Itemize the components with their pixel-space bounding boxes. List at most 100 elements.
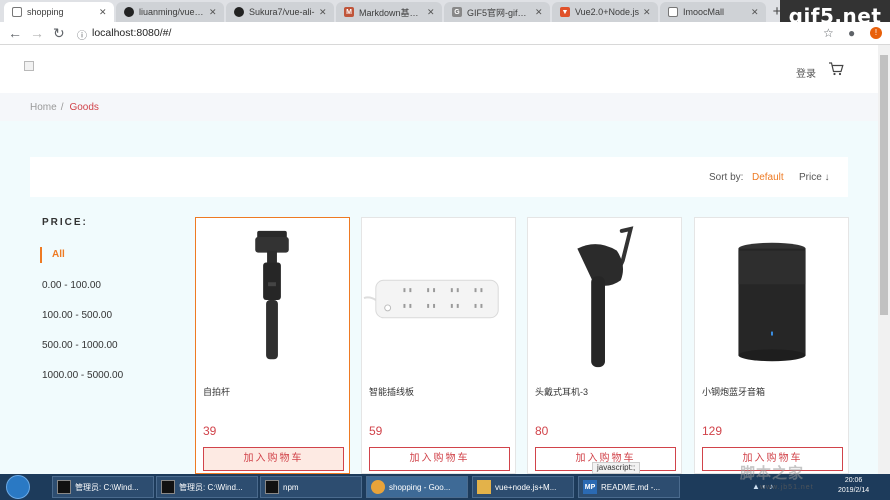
status-bar-url: javascript:;: [592, 462, 641, 474]
vue-icon: ▼: [560, 7, 570, 17]
forward-icon[interactable]: →: [30, 25, 44, 41]
product-price: 129: [702, 424, 723, 438]
close-icon[interactable]: ✕: [319, 7, 328, 18]
sort-bar: Sort by: Default Price ↓: [30, 157, 848, 197]
taskbar-item-cmd-2[interactable]: 管理员: C:\Wind...: [156, 476, 258, 498]
product-price: 59: [369, 424, 383, 438]
tab-title: shopping: [27, 7, 64, 17]
tab-markdown[interactable]: M Markdown基本语 ✕: [336, 2, 442, 22]
login-link[interactable]: 登录: [796, 65, 816, 80]
url-field[interactable]: localhost:8080/#/: [92, 27, 171, 39]
close-icon[interactable]: ✕: [99, 7, 108, 18]
breadcrumb-current: Goods: [69, 101, 99, 113]
tab-title: GIF5官网-gif在线: [467, 7, 531, 18]
page-scrollbar[interactable]: [878, 45, 890, 474]
product-price: 39: [203, 424, 217, 438]
tab-title: ImoocMall: [683, 7, 725, 17]
page-icon: [12, 7, 22, 17]
selfie-stick-image[interactable]: [196, 220, 349, 380]
taskbar-item-label: npm: [283, 482, 299, 492]
product-card[interactable]: 小钢炮蓝牙音箱 129 加入购物车: [694, 217, 849, 474]
taskbar-item-label: 管理员: C:\Wind...: [179, 482, 243, 492]
watermark-url: www.jb51.net: [760, 484, 814, 491]
product-name[interactable]: 自拍杆: [203, 385, 230, 398]
tab-imoocmall[interactable]: ImoocMall ✕: [660, 2, 766, 22]
tab-title: liuanming/vue-m: [139, 7, 205, 17]
tab-github-sukura[interactable]: Sukura7/vue-ali- ✕: [226, 2, 334, 22]
speaker-image[interactable]: [695, 220, 848, 380]
price-filter-0-100[interactable]: 0.00 - 100.00: [42, 280, 101, 291]
product-price: 80: [535, 424, 549, 438]
taskbar-item-label: README.md -...: [601, 482, 661, 492]
product-name[interactable]: 智能插线板: [369, 385, 414, 398]
github-icon: [234, 7, 244, 17]
taskbar-item-folder[interactable]: vue+node.js+M...: [472, 476, 574, 498]
broken-logo-image[interactable]: [24, 61, 34, 71]
back-icon[interactable]: ←: [8, 25, 22, 41]
power-strip-image[interactable]: [362, 220, 515, 380]
account-icon[interactable]: ●: [848, 26, 855, 40]
close-icon[interactable]: ✕: [427, 7, 436, 18]
add-to-cart-button[interactable]: 加入购物车: [203, 447, 344, 471]
taskbar-item-label: vue+node.js+M...: [495, 482, 557, 492]
price-filter-100-500[interactable]: 100.00 - 500.00: [42, 310, 112, 321]
browser-tab-strip: shopping ✕ liuanming/vue-m ✕ Sukura7/vue…: [0, 0, 890, 22]
tab-shopping[interactable]: shopping ✕: [4, 2, 114, 22]
breadcrumb: Home / Goods: [0, 93, 878, 121]
taskbar-item-label: 管理员: C:\Wind...: [75, 482, 139, 492]
start-button[interactable]: [6, 475, 30, 499]
markdownpad-icon: MP: [583, 480, 597, 494]
close-icon[interactable]: ✕: [209, 7, 218, 18]
tab-vue-node[interactable]: ▼ Vue2.0+Node.js ✕: [552, 2, 658, 22]
close-icon[interactable]: ✕: [535, 7, 544, 18]
extension-icon[interactable]: !: [870, 27, 882, 39]
earpiece-image[interactable]: [528, 220, 681, 380]
github-icon: [124, 7, 134, 17]
close-icon[interactable]: ✕: [751, 7, 760, 18]
cart-icon[interactable]: [828, 62, 844, 79]
price-filter-title: PRICE:: [42, 217, 88, 228]
tab-title: Markdown基本语: [359, 7, 423, 18]
chrome-icon: [371, 480, 385, 494]
sort-label: Sort by:: [709, 172, 744, 183]
close-icon[interactable]: ✕: [643, 7, 652, 18]
product-card[interactable]: 智能插线板 59 加入购物车: [361, 217, 516, 474]
folder-icon: [477, 480, 491, 494]
tab-title: Vue2.0+Node.js: [575, 7, 639, 17]
sort-default-link[interactable]: Default: [752, 172, 784, 183]
taskbar-item-label: shopping - Goo...: [389, 482, 451, 492]
cmd-icon: [57, 480, 71, 494]
taskbar-item-chrome[interactable]: shopping - Goo...: [366, 476, 468, 498]
taskbar-item-cmd-1[interactable]: 管理员: C:\Wind...: [52, 476, 154, 498]
tab-github-liuanming[interactable]: liuanming/vue-m ✕: [116, 2, 224, 22]
tab-gif5[interactable]: G GIF5官网-gif在线 ✕: [444, 2, 550, 22]
site-watermark: 脚本之家 www.jb51.net: [700, 460, 880, 492]
add-to-cart-button[interactable]: 加入购物车: [369, 447, 510, 471]
bookmark-star-icon[interactable]: ☆: [823, 26, 834, 40]
markdown-icon: M: [344, 7, 354, 17]
gif-icon: G: [452, 7, 462, 17]
product-name[interactable]: 小钢炮蓝牙音箱: [702, 385, 765, 398]
scrollbar-thumb[interactable]: [880, 55, 888, 315]
breadcrumb-separator: /: [60, 101, 64, 113]
info-icon[interactable]: ⓘ: [77, 27, 87, 42]
price-filter-all[interactable]: All: [40, 247, 65, 263]
address-bar: ← → ↻ ⓘ localhost:8080/#/ ☆ ● !: [0, 22, 890, 45]
taskbar-item-markdownpad[interactable]: MP README.md -...: [578, 476, 680, 498]
taskbar-item-npm[interactable]: npm: [260, 476, 362, 498]
goods-page: Sort by: Default Price ↓ PRICE: All 0.00…: [0, 121, 878, 474]
tab-title: Sukura7/vue-ali-: [249, 7, 315, 17]
product-name[interactable]: 头戴式耳机-3: [535, 385, 588, 398]
watermark-text: 脚本之家: [740, 465, 805, 482]
price-filter-500-1000[interactable]: 500.00 - 1000.00: [42, 340, 118, 351]
product-card[interactable]: 自拍杆 39 加入购物车: [195, 217, 350, 474]
product-card[interactable]: 头戴式耳机-3 80 加入购物车: [527, 217, 682, 474]
price-filter-1000-5000[interactable]: 1000.00 - 5000.00: [42, 370, 123, 381]
sort-price-link[interactable]: Price ↓: [799, 172, 830, 183]
reload-icon[interactable]: ↻: [53, 25, 65, 42]
cmd-icon: [265, 480, 279, 494]
site-header: 登录: [0, 45, 878, 93]
breadcrumb-home[interactable]: Home: [30, 102, 57, 113]
page-icon: [668, 7, 678, 17]
cmd-icon: [161, 480, 175, 494]
